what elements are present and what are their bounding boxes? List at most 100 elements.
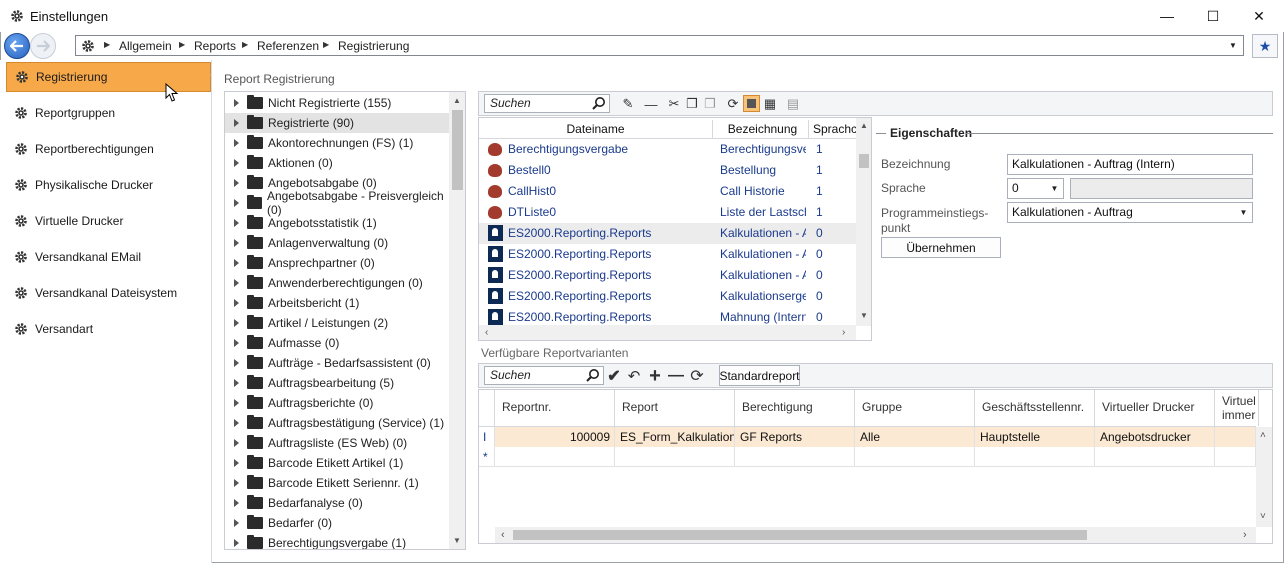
scroll-left-icon[interactable]: ‹ [501, 529, 505, 541]
minus-icon[interactable]: — [643, 96, 659, 112]
variants-hthumb[interactable] [513, 530, 1087, 540]
maximize-button[interactable]: ☐ [1190, 0, 1236, 32]
favorite-button[interactable]: ★ [1252, 34, 1278, 58]
standard-report-button[interactable]: Standardreport [719, 365, 800, 386]
close-button[interactable]: ✕ [1236, 0, 1282, 32]
refresh-icon[interactable]: ⟳ [725, 96, 741, 112]
scroll-up-icon[interactable]: ▲ [453, 96, 461, 105]
column-report[interactable]: Report [615, 390, 735, 426]
expand-arrow-icon[interactable] [234, 499, 239, 507]
expand-arrow-icon[interactable] [234, 259, 239, 267]
tree-node[interactable]: Anlagenverwaltung (0) [225, 233, 449, 253]
file-grid-hscroll[interactable]: ‹ › [479, 325, 856, 340]
scroll-up-icon[interactable]: ▲ [860, 121, 868, 130]
file-grid-vscroll[interactable]: ▲ ▼ [856, 118, 871, 326]
tree-node[interactable]: Akontorechnungen (FS) (1) [225, 133, 449, 153]
tree-scroll-thumb[interactable] [452, 110, 463, 190]
tree-node[interactable]: Auftragsbestätigung (Service) (1) [225, 413, 449, 433]
sidebar-item-reportgruppen[interactable]: Reportgruppen [6, 98, 211, 128]
column-virtueller-drucker[interactable]: Virtueller Drucker [1095, 390, 1215, 426]
sidebar-item-versandkanal-dateisystem[interactable]: Versandkanal Dateisystem [6, 278, 211, 308]
tree-node[interactable]: Berechtigungsvergabe (1) [225, 533, 449, 549]
breadcrumb-registrierung[interactable]: Registrierung [338, 39, 409, 53]
tree-node[interactable]: Angebotsabgabe - Preisvergleich (0) [225, 189, 449, 217]
sidebar-item-versandkanal-email[interactable]: Versandkanal EMail [6, 242, 211, 272]
new-cell[interactable] [855, 447, 975, 467]
expand-arrow-icon[interactable] [234, 199, 239, 207]
expand-arrow-icon[interactable] [234, 479, 239, 487]
breadcrumb-allgemein[interactable]: Allgemein [119, 39, 172, 53]
sidebar-item-registrierung[interactable]: Registrierung [6, 62, 211, 92]
scroll-right-icon[interactable]: › [1243, 529, 1247, 541]
expand-arrow-icon[interactable] [234, 339, 239, 347]
tree-node[interactable]: Arbeitsbericht (1) [225, 293, 449, 313]
tree-node[interactable]: Artikel / Leistungen (2) [225, 313, 449, 333]
chevron-down-icon[interactable]: ▼ [1229, 41, 1237, 50]
file-row[interactable]: ES2000.Reporting.Reports Kalkulationserge… [479, 286, 857, 307]
scroll-down-icon[interactable]: ▼ [453, 536, 461, 545]
new-cell[interactable] [1215, 447, 1256, 467]
document-icon[interactable]: ▤ [785, 96, 801, 112]
tree-node[interactable]: Nicht Registrierte (155) [225, 93, 449, 113]
expand-arrow-icon[interactable] [234, 119, 239, 127]
expand-arrow-icon[interactable] [234, 399, 239, 407]
tree-node[interactable]: Anwenderberechtigungen (0) [225, 273, 449, 293]
tree-node[interactable]: Registrierte (90) [225, 113, 449, 133]
search-icon[interactable] [586, 368, 600, 382]
file-grid-vthumb[interactable] [859, 154, 869, 168]
file-row[interactable]: ES2000.Reporting.Reports Kalkulationen - … [479, 223, 857, 244]
expand-arrow-icon[interactable] [234, 299, 239, 307]
tree-node[interactable]: Ansprechpartner (0) [225, 253, 449, 273]
new-row[interactable]: * [479, 447, 1256, 467]
column-geschaeftsstellennr[interactable]: Geschäftsstellennr. [975, 390, 1095, 426]
expand-arrow-icon[interactable] [234, 219, 239, 227]
cut-icon[interactable]: ✂ [666, 96, 682, 112]
cell-virtuell-immer[interactable] [1215, 427, 1256, 447]
grid-view-icon[interactable]: ▦ [762, 96, 778, 112]
expand-arrow-icon[interactable] [234, 539, 239, 547]
single-view-button[interactable] [743, 95, 760, 112]
tree-node[interactable]: Bedarfer (0) [225, 513, 449, 533]
tree-node[interactable]: Auftragsliste (ES Web) (0) [225, 433, 449, 453]
expand-arrow-icon[interactable] [234, 319, 239, 327]
file-row[interactable]: ES2000.Reporting.Reports Kalkulationen - … [479, 265, 857, 286]
scroll-right-icon[interactable]: › [842, 327, 845, 338]
expand-arrow-icon[interactable] [234, 459, 239, 467]
expand-arrow-icon[interactable] [234, 239, 239, 247]
expand-arrow-icon[interactable] [234, 159, 239, 167]
copy-icon[interactable]: ❐ [684, 96, 700, 112]
file-row[interactable]: CallHist0 Call Historie 1 [479, 181, 857, 202]
cell-geschaeftsstelle[interactable]: Hauptstelle [975, 427, 1095, 447]
new-cell[interactable] [1095, 447, 1215, 467]
scroll-up-icon[interactable]: ˄ [1260, 430, 1266, 441]
column-dateiname[interactable]: Dateiname [479, 120, 713, 138]
expand-arrow-icon[interactable] [234, 279, 239, 287]
expand-arrow-icon[interactable] [234, 519, 239, 527]
sidebar-item-reportberechtigungen[interactable]: Reportberechtigungen [6, 134, 211, 164]
tree-node[interactable]: Bedarfanalyse (0) [225, 493, 449, 513]
tree-node[interactable]: Barcode Etikett Seriennr. (1) [225, 473, 449, 493]
cell-drucker[interactable]: Angebotsdrucker [1095, 427, 1215, 447]
variants-hscroll[interactable]: ‹ › [495, 527, 1256, 543]
sidebar-item-virtuelle-drucker[interactable]: Virtuelle Drucker [6, 206, 211, 236]
cell-gruppe[interactable]: Alle [855, 427, 975, 447]
tree-node[interactable]: Aufträge - Bedarfsassistent (0) [225, 353, 449, 373]
cell-report[interactable]: ES_Form_Kalkulation... [615, 427, 735, 447]
variant-row[interactable]: I 100009 ES_Form_Kalkulation... GF Repor… [479, 427, 1256, 447]
sidebar-item-physikalische-drucker[interactable]: Physikalische Drucker [6, 170, 211, 200]
refresh-icon[interactable]: ⟳ [689, 368, 705, 385]
file-row[interactable]: DTListe0 Liste der Lastschr 1 [479, 202, 857, 223]
new-cell[interactable] [975, 447, 1095, 467]
sidebar-item-versandart[interactable]: Versandart [6, 314, 211, 344]
breadcrumb-reports[interactable]: Reports [194, 39, 236, 53]
check-icon[interactable]: ✔ [606, 368, 622, 385]
file-row[interactable]: ES2000.Reporting.Reports Kalkulationen - … [479, 244, 857, 265]
column-gruppe[interactable]: Gruppe [855, 390, 975, 426]
sprache-select[interactable]: 0 ▼ [1007, 178, 1064, 199]
tree-scrollbar[interactable]: ▲ ▼ [449, 92, 465, 549]
apply-button[interactable]: Übernehmen [881, 237, 1001, 258]
tree-node[interactable]: Auftragsbearbeitung (5) [225, 373, 449, 393]
column-virtuell-immer[interactable]: Virtuel immer [1215, 390, 1259, 426]
edit-icon[interactable]: ✎ [620, 96, 636, 112]
tree-node[interactable]: Aktionen (0) [225, 153, 449, 173]
